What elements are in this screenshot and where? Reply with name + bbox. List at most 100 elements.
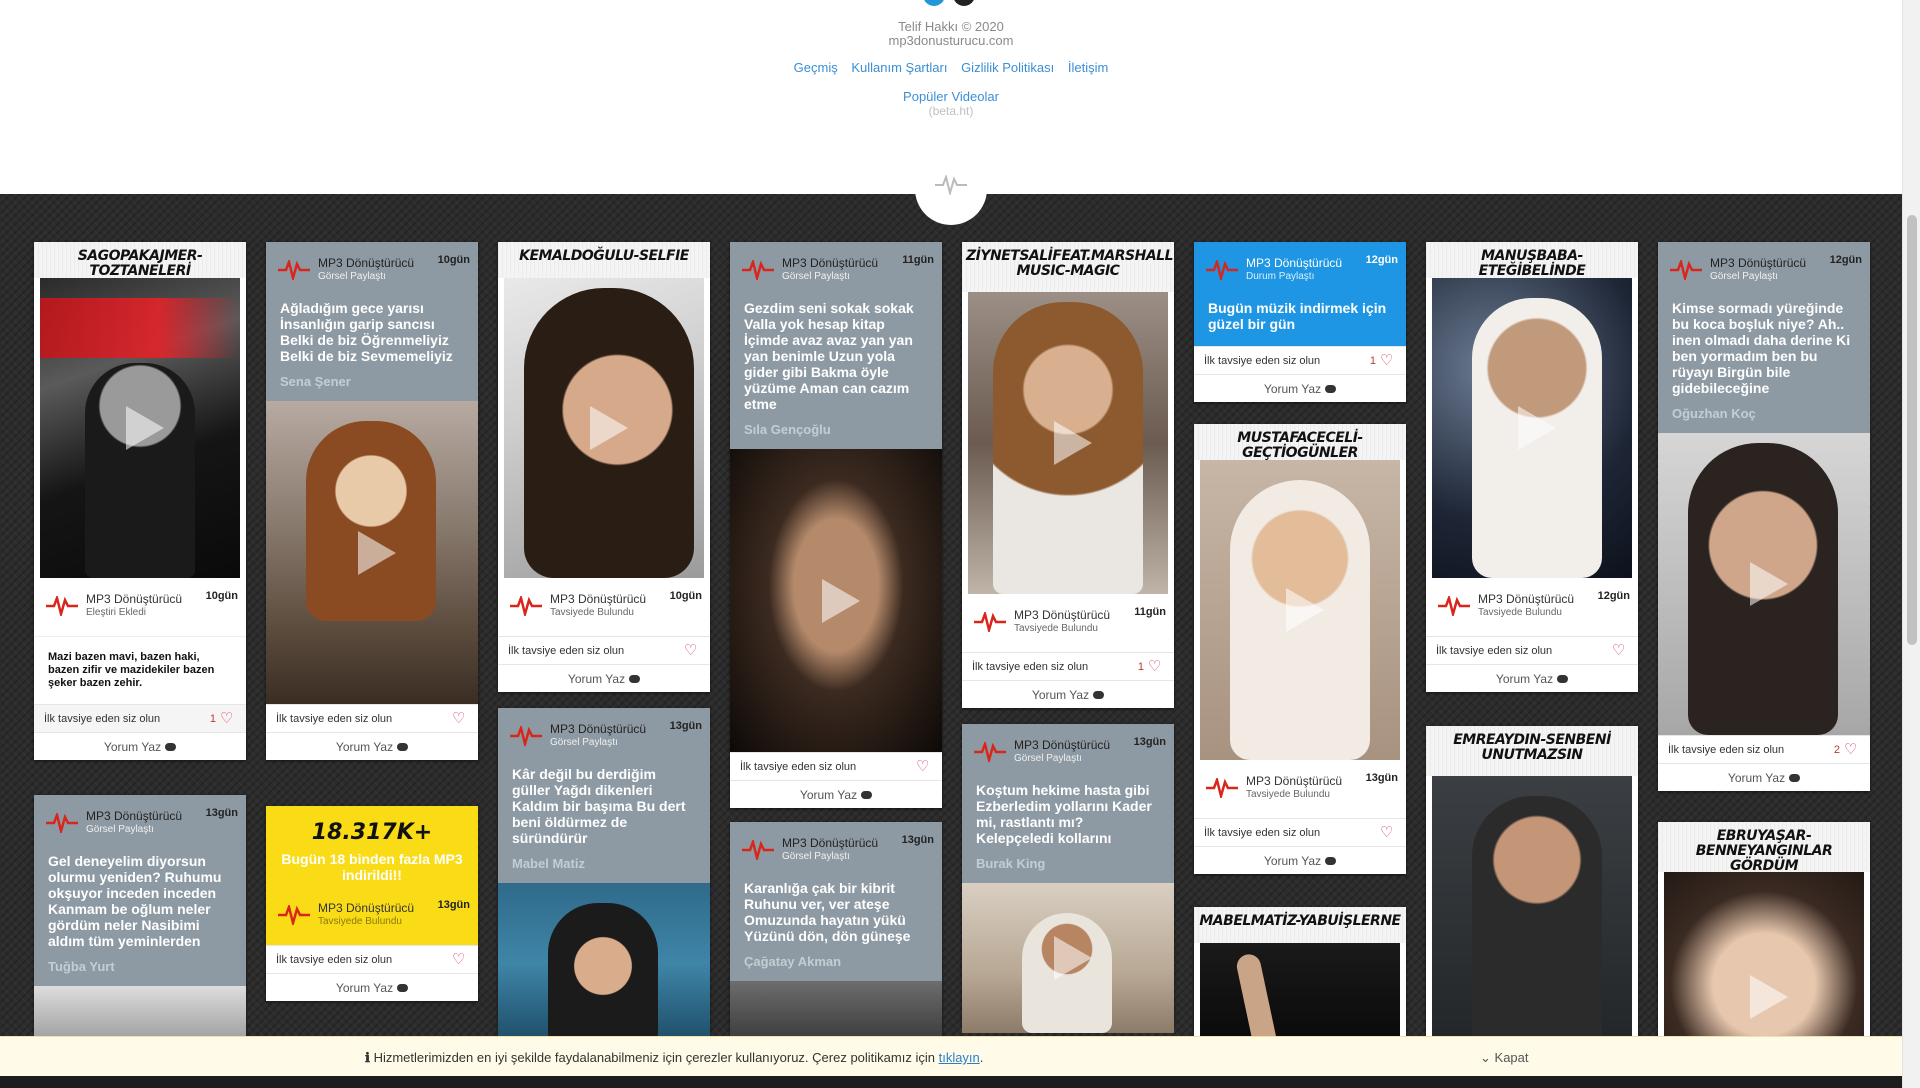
comment-button[interactable]: Yorum Yaz — [1194, 374, 1406, 402]
poster-name: MP3 Dönüştürücü — [1710, 256, 1807, 270]
pulse-logo-icon — [510, 596, 542, 616]
poster-info: MP3 Dönüştürücü Tavsiyede Bulundu 12gün — [1426, 578, 1638, 636]
video-thumbnail[interactable] — [1658, 433, 1870, 735]
heart-icon[interactable]: ♡ — [684, 643, 700, 659]
recommend-bar: İlk tavsiye eden siz olun ♡ — [730, 752, 942, 780]
poster-info: MP3 Dönüştürücü Görsel Paylaştı 13gün — [34, 795, 246, 853]
song-title: ZİYNETSALİFEAT.MARSHALL MUSIC-MAGIC — [962, 242, 1174, 292]
play-icon[interactable] — [126, 406, 164, 450]
post-time: 13gün — [901, 834, 934, 846]
heart-icon[interactable]: ♡ — [220, 711, 236, 727]
song-title: MUSTAFACECELİ-GEÇTİOGÜNLER — [1194, 424, 1406, 460]
play-icon[interactable] — [1054, 936, 1092, 980]
recommend-text: İlk tavsiye eden siz olun — [972, 661, 1089, 673]
feed-card[interactable]: EMREAYDIN-SENBENİ UNUTMAZSIN — [1426, 726, 1638, 1086]
video-thumbnail[interactable] — [1432, 278, 1632, 578]
heart-icon[interactable]: ♡ — [1380, 353, 1396, 369]
like-count: 1 — [209, 713, 216, 725]
cookie-policy-link[interactable]: tıklayın — [939, 1050, 980, 1065]
heart-icon[interactable]: ♡ — [1612, 643, 1628, 659]
heart-icon[interactable]: ♡ — [1148, 659, 1164, 675]
link-privacy[interactable]: Gizlilik Politikası — [961, 60, 1054, 75]
lyric-quote: Kâr değil bu derdiğim güller Yağdı diken… — [512, 766, 686, 846]
scrollbar-thumb[interactable] — [1907, 215, 1917, 645]
play-icon[interactable] — [358, 530, 396, 575]
play-icon[interactable] — [1750, 975, 1788, 1019]
heart-icon[interactable]: ♡ — [916, 759, 932, 775]
poster-info: MP3 Dönüştürücü Görsel Paylaştı 13gün — [730, 822, 942, 880]
video-thumbnail[interactable] — [1200, 460, 1400, 760]
recommend-text: İlk tavsiye eden siz olun — [276, 954, 393, 966]
comment-icon — [629, 675, 641, 683]
artist-figure — [85, 363, 195, 578]
comment-button[interactable]: Yorum Yaz — [1194, 846, 1406, 874]
poster-name: MP3 Dönüştürücü — [1478, 592, 1575, 606]
recommend-text: İlk tavsiye eden siz olun — [276, 713, 393, 725]
feed-card[interactable]: MP3 Dönüştürücü Görsel Paylaştı 12gün Ki… — [1658, 242, 1870, 791]
feed-card[interactable]: MP3 Dönüştürücü Görsel Paylaştı 13gün Kâ… — [498, 708, 710, 1088]
video-thumbnail[interactable] — [266, 401, 478, 704]
comment-button[interactable]: Yorum Yaz — [1426, 664, 1638, 692]
heart-icon[interactable]: ♡ — [1380, 825, 1396, 841]
artist-photo — [962, 883, 1174, 1033]
play-icon[interactable] — [1518, 406, 1556, 450]
video-thumbnail[interactable] — [40, 278, 240, 578]
info-icon: ℹ — [365, 1050, 370, 1065]
lyric-artist: Sıla Gençoğlu — [744, 422, 831, 437]
poster-name: MP3 Dönüştürücü — [1246, 774, 1343, 788]
recommend-bar: İlk tavsiye eden siz olun 1 ♡ — [1194, 346, 1406, 374]
comment-button[interactable]: Yorum Yaz — [498, 664, 710, 692]
cookie-close-button[interactable]: ⌄ Kapat — [1480, 1050, 1529, 1066]
comment-button[interactable]: Yorum Yaz — [730, 780, 942, 808]
social-icon[interactable] — [953, 0, 975, 6]
comment-button[interactable]: Yorum Yaz — [266, 732, 478, 760]
poster-info: MP3 Dönüştürücü Görsel Paylaştı 10gün — [266, 242, 478, 300]
comment-button[interactable]: Yorum Yaz — [1658, 763, 1870, 791]
comment-button[interactable]: Yorum Yaz — [962, 680, 1174, 708]
poster-info: MP3 Dönüştürücü Durum Paylaştı 12gün — [1194, 242, 1406, 300]
popular-videos-link[interactable]: Popüler Videolar — [0, 89, 1902, 104]
feed-card[interactable]: MANUŞBABA-ETEĞİBELİNDE MP3 Dönüştürücü T… — [1426, 242, 1638, 692]
link-terms[interactable]: Kullanım Şartları — [851, 60, 947, 75]
post-type: Görsel Paylaştı — [318, 271, 386, 282]
heart-icon[interactable]: ♡ — [1844, 742, 1860, 758]
link-contact[interactable]: İletişim — [1068, 60, 1108, 75]
feed-card[interactable]: MP3 Dönüştürücü Durum Paylaştı 12gün Bug… — [1194, 242, 1406, 402]
recommend-bar: İlk tavsiye eden siz olun ♡ — [266, 945, 478, 973]
link-history[interactable]: Geçmiş — [794, 60, 838, 75]
video-thumbnail[interactable] — [504, 278, 704, 578]
feed-card[interactable]: ZİYNETSALİFEAT.MARSHALL MUSIC-MAGIC MP3 … — [962, 242, 1174, 708]
post-type: Görsel Paylaştı — [550, 737, 618, 748]
heart-icon[interactable]: ♡ — [452, 952, 468, 968]
poster-name: MP3 Dönüştürücü — [318, 256, 415, 270]
post-time: 12gün — [1597, 590, 1630, 602]
feed-card[interactable]: MP3 Dönüştürücü Görsel Paylaştı 10gün Ağ… — [266, 242, 478, 760]
recommend-text: İlk tavsiye eden siz olun — [740, 761, 857, 773]
play-icon[interactable] — [1054, 421, 1092, 465]
heart-icon[interactable]: ♡ — [452, 711, 468, 727]
recommend-bar: İlk tavsiye eden siz olun ♡ — [266, 704, 478, 732]
pulse-logo-icon — [1206, 260, 1238, 280]
feed-card[interactable]: 18.317K+ Bugün 18 binden fazla MP3 indir… — [266, 806, 478, 1001]
comment-button[interactable]: Yorum Yaz — [34, 732, 246, 760]
video-thumbnail[interactable] — [968, 292, 1168, 594]
feed-card[interactable]: MUSTAFACECELİ-GEÇTİOGÜNLER MP3 Dönüştürü… — [1194, 424, 1406, 874]
review-text: Mazi bazen mavi, bazen haki, bazen zifir… — [34, 636, 246, 704]
feed-card[interactable]: KEMALDOĞULU-SELFIE MP3 Dönüştürücü Tavsi… — [498, 242, 710, 692]
twitter-icon[interactable] — [923, 0, 945, 6]
post-time: 10gün — [669, 590, 702, 602]
page-scrollbar[interactable] — [1902, 0, 1920, 1088]
play-icon[interactable] — [822, 578, 860, 623]
feed-card[interactable]: SAGOPAKAJMER-TOZTANELERİ MP3 Dönüştürücü… — [34, 242, 246, 760]
cookie-banner: ℹ Hizmetlerimizden en iyi şekilde faydal… — [0, 1036, 1902, 1076]
play-icon[interactable] — [1286, 588, 1324, 632]
play-icon[interactable] — [590, 406, 628, 450]
play-icon[interactable] — [1750, 562, 1788, 606]
post-type: Görsel Paylaştı — [782, 271, 850, 282]
comment-button[interactable]: Yorum Yaz — [266, 973, 478, 1001]
feed-card[interactable]: MP3 Dönüştürücü Görsel Paylaştı 13gün Ko… — [962, 724, 1174, 1033]
poster-info: MP3 Dönüştürücü Görsel Paylaştı 12gün — [1658, 242, 1870, 300]
feed-card[interactable]: MP3 Dönüştürücü Görsel Paylaştı 11gün Ge… — [730, 242, 942, 808]
video-thumbnail[interactable] — [730, 449, 942, 752]
pulse-logo-icon — [935, 175, 967, 195]
